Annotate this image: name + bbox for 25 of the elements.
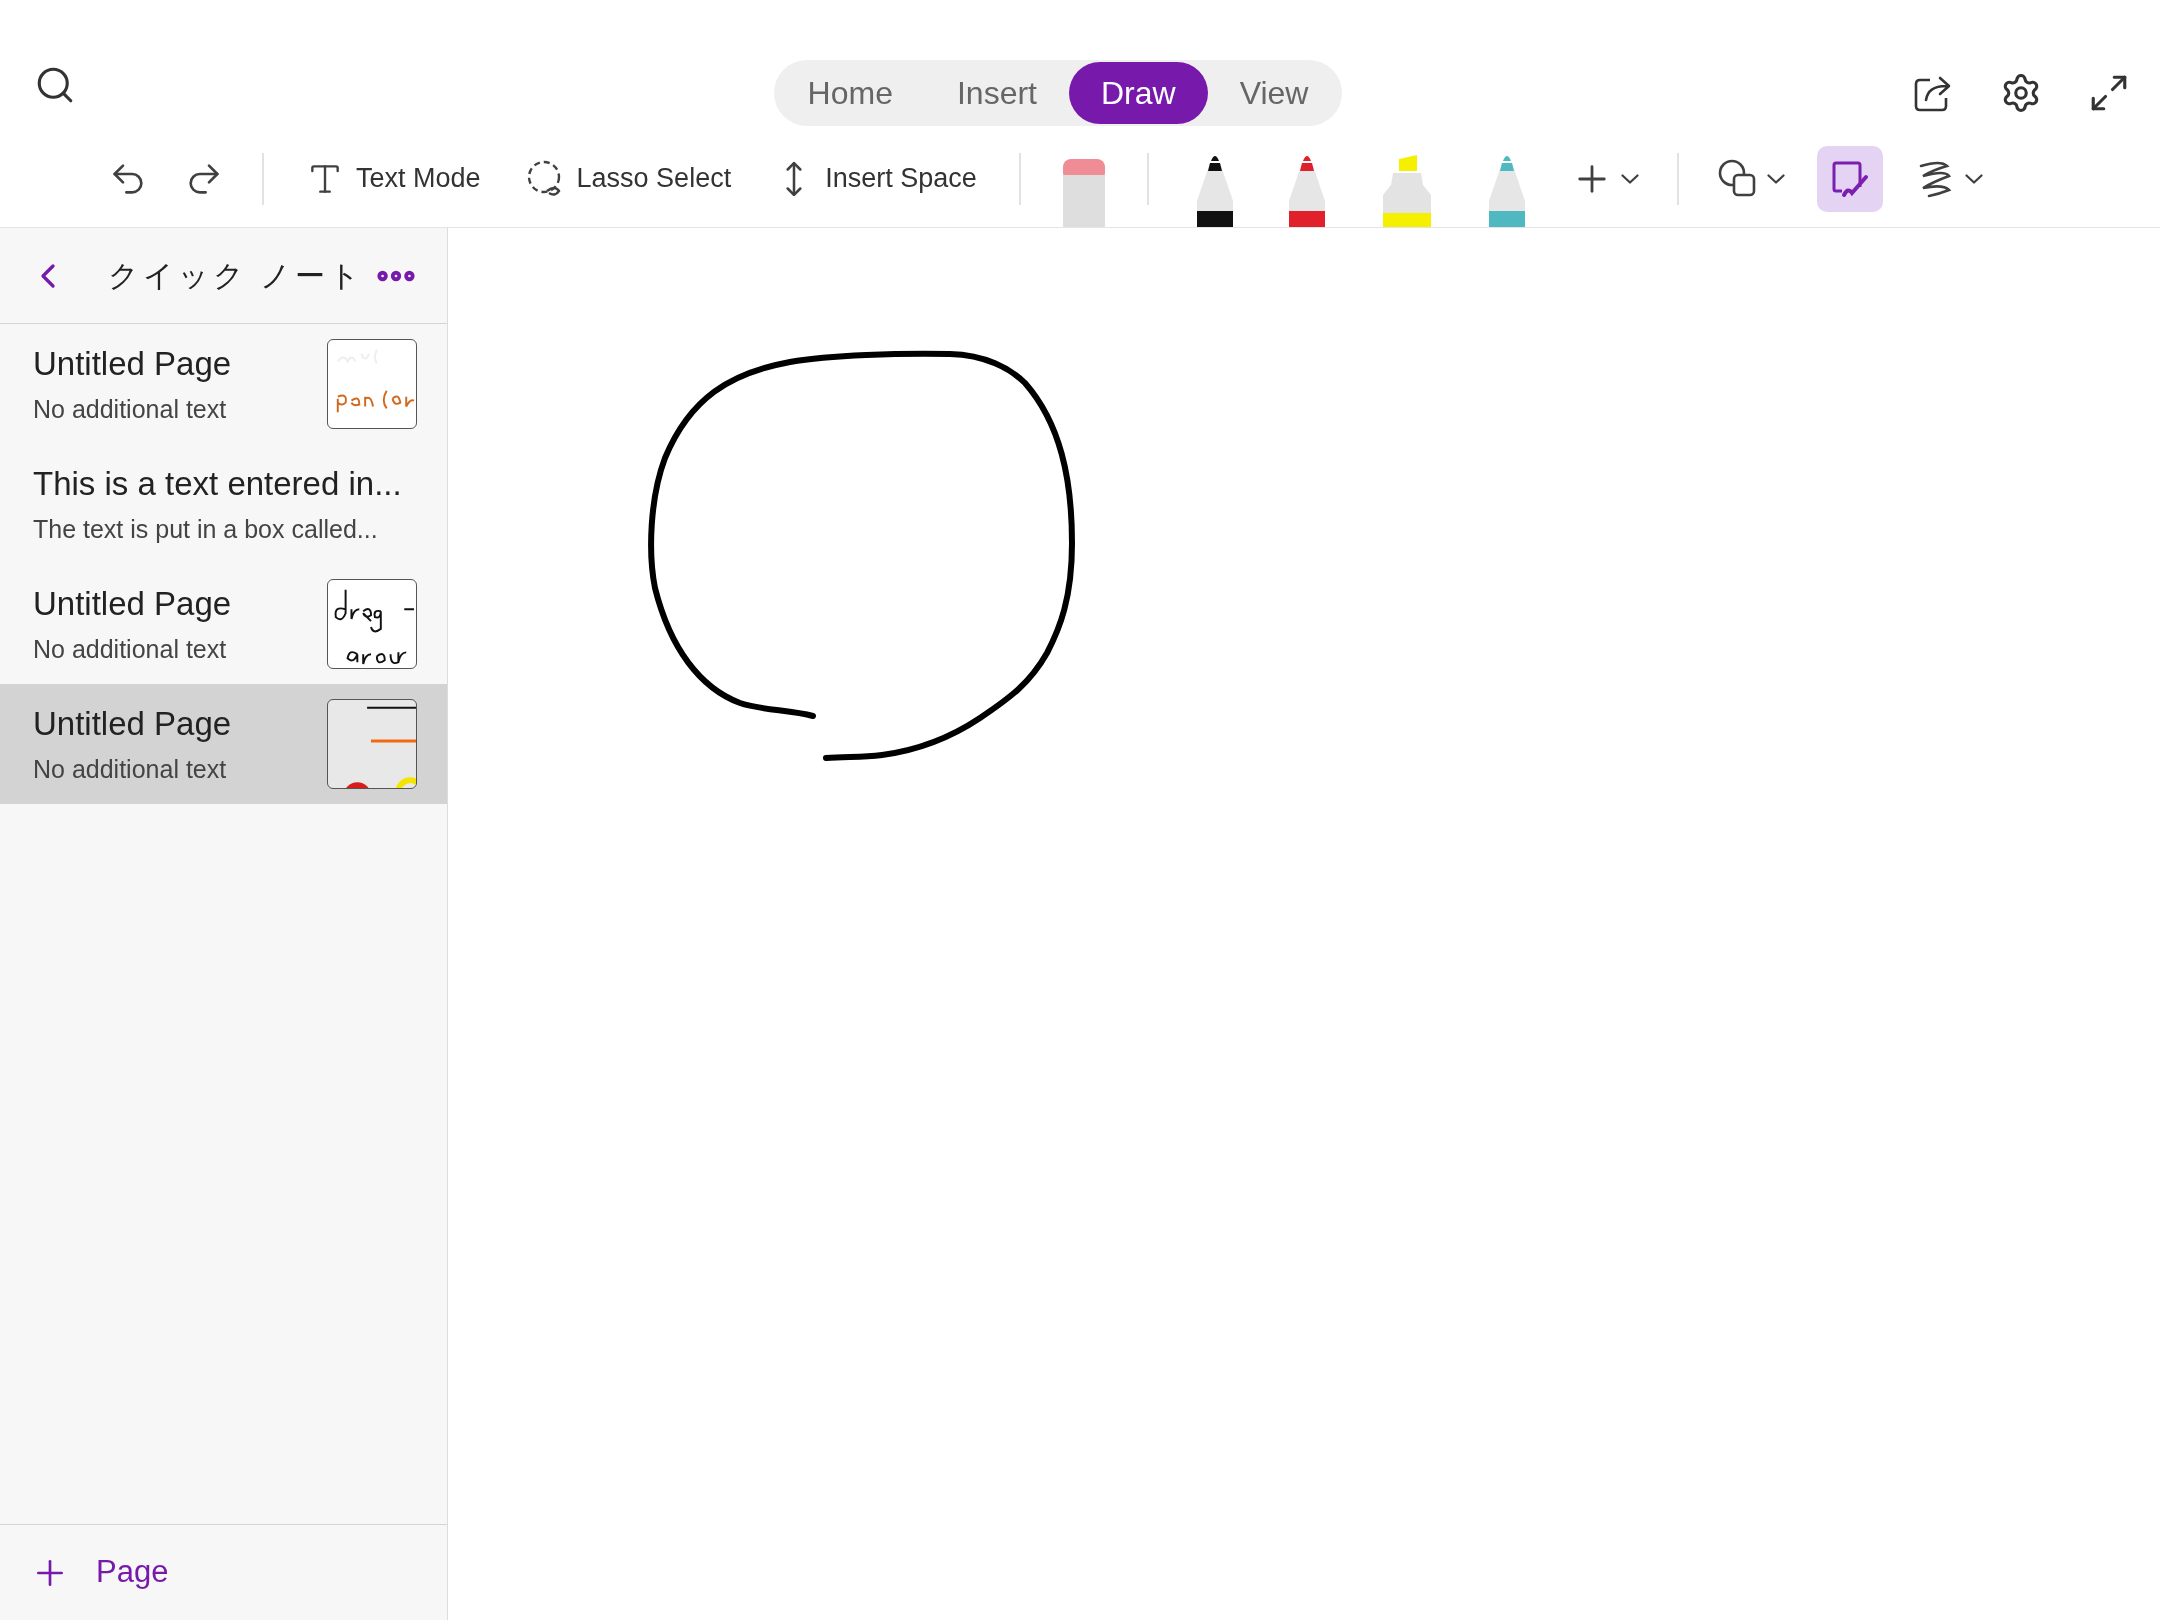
chevron-down-icon — [1964, 173, 1983, 184]
page-item[interactable]: Untitled Page No additional text — [0, 324, 447, 444]
add-page-button[interactable]: Page — [30, 1549, 169, 1596]
page-preview-text: The text is put in a box called... — [33, 514, 379, 545]
page-title: Untitled Page — [33, 703, 233, 744]
ribbon-tab[interactable]: Draw — [1068, 62, 1208, 124]
page-preview-text: No additional text — [33, 634, 228, 665]
page-item[interactable]: Untitled Page No additional text — [0, 684, 447, 804]
page-preview-text: No additional text — [33, 394, 228, 425]
text-mode-button[interactable]: Text Mode — [284, 150, 503, 207]
section-title: クイック ノート — [108, 258, 365, 294]
ink-to-shape-button[interactable] — [1816, 145, 1883, 212]
lasso-select-button[interactable]: Lasso Select — [502, 150, 754, 207]
page-item[interactable]: This is a text entered in... The text is put in a box called... — [0, 444, 447, 564]
ribbon-tab[interactable]: Insert — [924, 62, 1069, 124]
page-title: Untitled Page — [33, 343, 233, 384]
page-preview-text: No additional text — [33, 754, 228, 785]
chevron-down-icon — [1766, 173, 1785, 184]
ribbon-tab[interactable]: Home — [775, 62, 925, 124]
insert-space-button[interactable]: Insert Space — [753, 150, 999, 207]
chevron-down-icon — [1620, 173, 1639, 184]
page-item[interactable]: Untitled Page No additional text — [0, 564, 447, 684]
ribbon-tab[interactable]: View — [1207, 62, 1341, 124]
page-title: Untitled Page — [33, 583, 233, 624]
page-title: This is a text entered in... — [33, 463, 403, 504]
